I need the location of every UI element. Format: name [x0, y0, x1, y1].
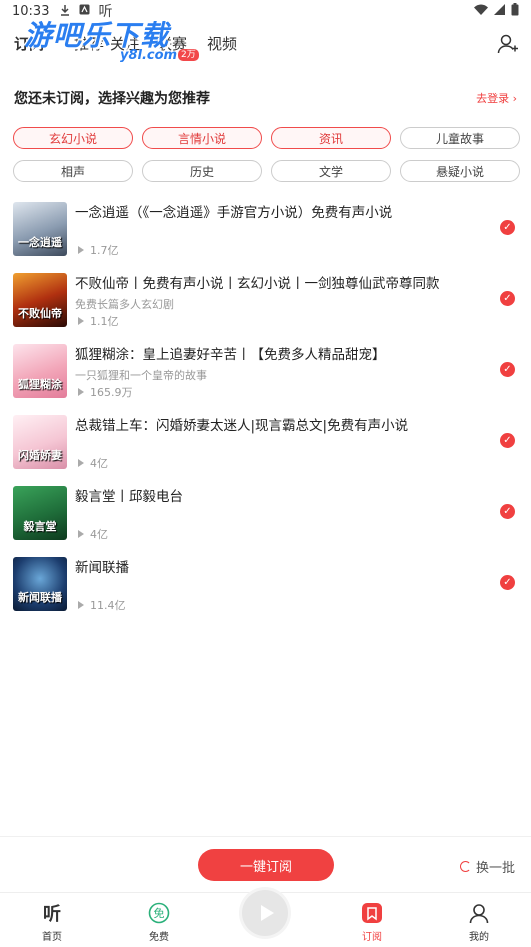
album-description: 免费长篇多人玄幻剧: [75, 298, 174, 311]
album-title: 毅言堂丨邱毅电台: [75, 489, 183, 505]
album-cover: 狐狸糊涂: [13, 344, 67, 398]
tab-recommend[interactable]: 推荐: [74, 33, 104, 54]
list-item[interactable]: 狐狸糊涂 狐狸糊涂：皇上追妻好辛苦丨【免费多人精品甜宠】 一只狐狸和一个皇帝的故…: [0, 342, 531, 413]
subscribe-all-button[interactable]: 一键订阅: [198, 849, 334, 881]
list-item[interactable]: 闪婚娇妻 总裁错上车：闪婚娇妻太迷人|现言霸总文|免费有声小说 4亿 ✓: [0, 413, 531, 484]
list-item[interactable]: 不败仙帝 不败仙帝丨免费有声小说丨玄幻小说丨一剑独尊仙武帝尊同款 免费长篇多人玄…: [0, 271, 531, 342]
album-cover: 闪婚娇妻: [13, 415, 67, 469]
refresh-icon: [459, 861, 471, 872]
notification-icon: [79, 4, 90, 18]
play-count: 4亿: [78, 526, 108, 542]
subscribe-icon: [342, 902, 402, 924]
album-title: 总裁错上车：闪婚娇妻太迷人|现言霸总文|免费有声小说: [75, 418, 409, 434]
album-cover: 新闻联播: [13, 557, 67, 611]
chip-history[interactable]: 历史: [142, 160, 262, 182]
nav-free[interactable]: 免 免费: [129, 902, 189, 943]
tab-video[interactable]: 视频: [207, 33, 237, 54]
profile-icon: [449, 902, 509, 924]
chip-crosstalk[interactable]: 相声: [13, 160, 133, 182]
album-title: 不败仙帝丨免费有声小说丨玄幻小说丨一剑独尊仙武帝尊同款: [75, 276, 440, 292]
status-time: 10:33: [12, 3, 50, 19]
chip-literature[interactable]: 文学: [271, 160, 391, 182]
album-list: 一念逍遥 一念逍遥（《一念逍遥》手游官方小说）免费有声小说 1.7亿 ✓ 不败仙…: [0, 200, 531, 626]
subscribed-check-icon[interactable]: ✓: [500, 504, 515, 519]
play-count-icon: [78, 601, 85, 609]
interest-chips: 玄幻小说 言情小说 资讯 儿童故事 相声 历史 文学 悬疑小说: [13, 127, 520, 182]
recommend-prompt: 您还未订阅，选择兴趣为您推荐: [14, 91, 210, 107]
album-title: 狐狸糊涂：皇上追妻好辛苦丨【免费多人精品甜宠】: [75, 347, 386, 363]
subscribed-check-icon[interactable]: ✓: [500, 575, 515, 590]
play-count-icon: [78, 246, 85, 254]
play-count-icon: [78, 388, 85, 396]
list-item[interactable]: 一念逍遥 一念逍遥（《一念逍遥》手游官方小说）免费有声小说 1.7亿 ✓: [0, 200, 531, 271]
login-link[interactable]: 去登录 ›: [476, 90, 517, 106]
tab-subscribe[interactable]: 订阅: [14, 33, 44, 54]
play-count: 11.4亿: [78, 597, 126, 613]
subscribed-check-icon[interactable]: ✓: [500, 433, 515, 448]
nav-subscribe[interactable]: 订阅: [342, 902, 402, 943]
play-count-icon: [78, 459, 85, 467]
album-title: 新闻联播: [75, 560, 129, 576]
nav-home[interactable]: 听 首页: [22, 902, 82, 943]
chip-fantasy-novel[interactable]: 玄幻小说: [13, 127, 133, 149]
album-description: 一只狐狸和一个皇帝的故事: [75, 369, 207, 382]
nav-profile[interactable]: 我的: [449, 902, 509, 943]
album-cover: 不败仙帝: [13, 273, 67, 327]
player-play-button[interactable]: [242, 890, 288, 936]
album-cover: 毅言堂: [13, 486, 67, 540]
bottom-nav: 听 首页 免 免费 订阅 我的: [0, 890, 531, 947]
ting-logo-icon: 听: [43, 904, 61, 925]
play-count-icon: [78, 530, 85, 538]
album-title: 一念逍遥（《一念逍遥》手游官方小说）免费有声小说: [75, 205, 393, 221]
wifi-icon: [474, 4, 488, 19]
top-tabs: 订阅 推荐 关注 联赛 2万 视频: [0, 26, 531, 61]
chip-mystery-novel[interactable]: 悬疑小说: [400, 160, 520, 182]
list-item[interactable]: 新闻联播 新闻联播 11.4亿 ✓: [0, 555, 531, 626]
ting-icon: 听: [98, 4, 113, 20]
album-cover: 一念逍遥: [13, 202, 67, 256]
battery-icon: [511, 2, 519, 20]
chip-romance-novel[interactable]: 言情小说: [142, 127, 262, 149]
tab-follow[interactable]: 关注: [110, 33, 140, 54]
status-bar: 10:33 听: [0, 0, 531, 22]
action-bar: 一键订阅 换一批: [0, 836, 531, 892]
chip-news[interactable]: 资讯: [271, 127, 391, 149]
play-count: 165.9万: [78, 384, 133, 400]
tab-badge: 2万: [178, 49, 199, 61]
signal-icon: [494, 3, 505, 19]
svg-text:免: 免: [154, 906, 165, 920]
play-count: 1.1亿: [78, 313, 119, 329]
refresh-batch-button[interactable]: 换一批: [459, 857, 515, 876]
subscribed-check-icon[interactable]: ✓: [500, 362, 515, 377]
add-friend-icon[interactable]: [497, 33, 519, 55]
subscribed-check-icon[interactable]: ✓: [500, 291, 515, 306]
play-icon: [260, 905, 274, 921]
refresh-label: 换一批: [475, 861, 515, 876]
free-icon: 免: [129, 902, 189, 924]
play-count: 4亿: [78, 455, 108, 471]
download-icon: [59, 4, 71, 19]
chip-children-stories[interactable]: 儿童故事: [400, 127, 520, 149]
subscribed-check-icon[interactable]: ✓: [500, 220, 515, 235]
list-item[interactable]: 毅言堂 毅言堂丨邱毅电台 4亿 ✓: [0, 484, 531, 555]
play-count-icon: [78, 317, 85, 325]
play-count: 1.7亿: [78, 242, 119, 258]
